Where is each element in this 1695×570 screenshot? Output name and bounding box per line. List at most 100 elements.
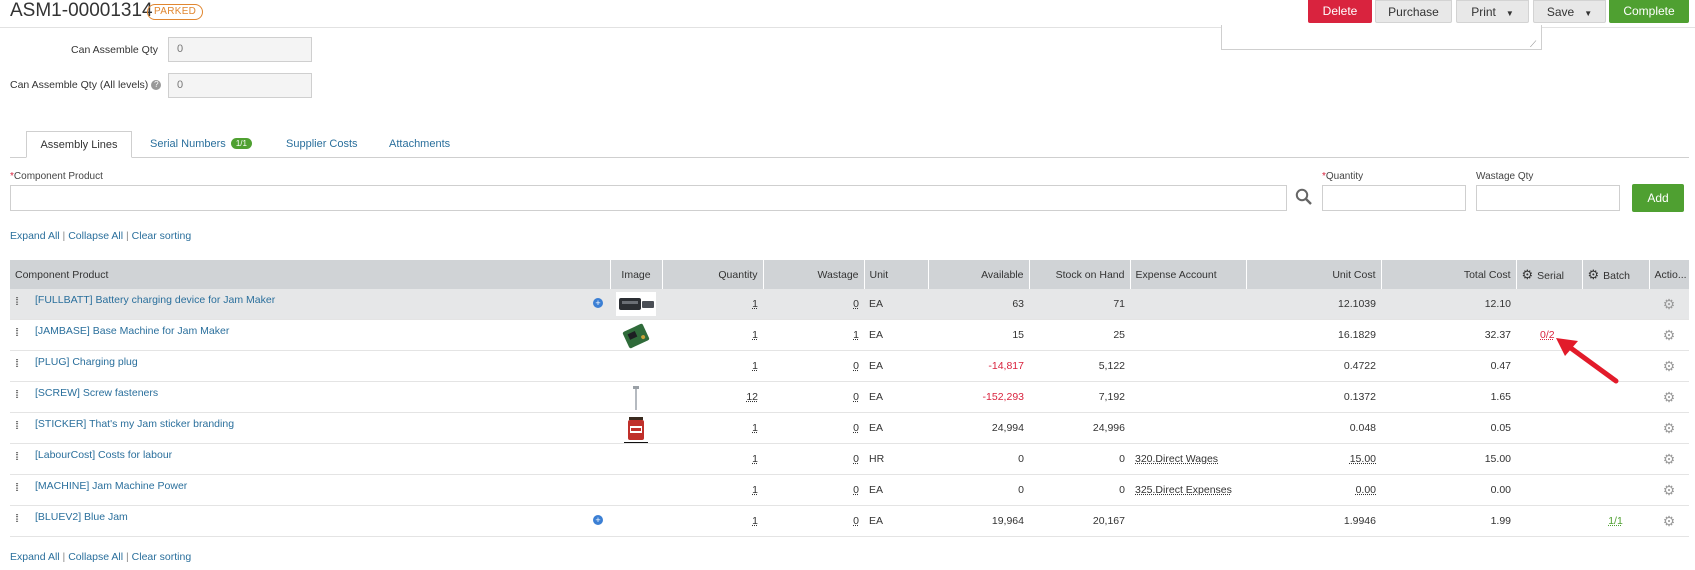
quantity-value[interactable]: 1	[752, 360, 758, 372]
print-button[interactable]: Print ▼	[1456, 0, 1529, 23]
quantity-input[interactable]	[1322, 185, 1466, 211]
clear-sorting-link[interactable]: Clear sorting	[132, 551, 192, 563]
product-link[interactable]: [FULLBATT] Battery charging device for J…	[35, 294, 275, 306]
cell-wastage[interactable]: 0	[763, 443, 864, 475]
cell-quantity[interactable]: 1	[662, 505, 763, 537]
gear-icon[interactable]: ⚙	[1663, 358, 1676, 374]
wastage-value[interactable]: 0	[853, 515, 859, 527]
product-link[interactable]: [MACHINE] Jam Machine Power	[35, 480, 187, 492]
clear-sorting-link[interactable]: Clear sorting	[132, 230, 192, 242]
product-thumbnail-base[interactable]	[616, 323, 656, 349]
quantity-value[interactable]: 1	[752, 484, 758, 496]
gear-icon[interactable]: ⚙	[1663, 451, 1676, 467]
col-actions[interactable]: Actio...	[1649, 260, 1690, 289]
cell-quantity[interactable]: 12	[662, 381, 763, 413]
col-serial[interactable]: ⚙ Serial	[1516, 260, 1583, 289]
table-row[interactable]: ⁞⁞ [MACHINE] Jam Machine Power 1 0 EA 0 0…	[10, 474, 1689, 506]
collapse-all-link[interactable]: Collapse All	[68, 230, 123, 242]
save-button[interactable]: Save ▼	[1533, 0, 1606, 23]
gear-icon[interactable]: ⚙	[1663, 513, 1676, 529]
resize-handle-icon[interactable]: ⟋	[1530, 40, 1538, 49]
gear-icon[interactable]: ⚙	[1663, 420, 1676, 436]
table-row[interactable]: ⁞⁞ [SCREW] Screw fasteners 12 0 EA -152,2…	[10, 381, 1689, 413]
wastage-value[interactable]: 0	[853, 360, 859, 372]
gear-icon[interactable]: ⚙	[1663, 482, 1676, 498]
drag-handle-icon[interactable]: ⁞⁞	[15, 327, 35, 339]
tab-assembly-lines[interactable]: Assembly Lines	[26, 131, 132, 158]
drag-handle-icon[interactable]: ⁞⁞	[15, 482, 35, 494]
drag-handle-icon[interactable]: ⁞⁞	[15, 358, 35, 370]
tab-serial-numbers[interactable]: Serial Numbers 1/1	[150, 131, 252, 157]
expense-value[interactable]: 320.Direct Wages	[1135, 453, 1218, 465]
plus-circle-icon[interactable]: +	[593, 515, 603, 525]
batch-value[interactable]: 1/1	[1608, 515, 1623, 527]
tab-supplier-costs[interactable]: Supplier Costs	[286, 131, 358, 157]
unit-cost-value[interactable]: 0.00	[1356, 484, 1376, 496]
collapse-all-link[interactable]: Collapse All	[68, 551, 123, 563]
cell-wastage[interactable]: 1	[763, 319, 864, 351]
delete-button[interactable]: Delete	[1308, 0, 1372, 23]
quantity-value[interactable]: 1	[752, 422, 758, 434]
notes-textarea[interactable]	[1221, 25, 1542, 50]
cell-quantity[interactable]: 1	[662, 289, 763, 320]
drag-handle-icon[interactable]: ⁞⁞	[15, 513, 35, 525]
wastage-value[interactable]: 1	[853, 329, 859, 341]
wastage-qty-input[interactable]	[1476, 185, 1620, 211]
quantity-value[interactable]: 1	[752, 453, 758, 465]
complete-button[interactable]: Complete	[1609, 0, 1689, 23]
product-link[interactable]: [STICKER] That's my Jam sticker branding	[35, 418, 234, 430]
table-row[interactable]: ⁞⁞ [PLUG] Charging plug 1 0 EA -14,817 5,…	[10, 350, 1689, 382]
search-icon[interactable]	[1295, 188, 1315, 208]
product-thumbnail-screw[interactable]	[616, 385, 656, 411]
cell-wastage[interactable]: 0	[763, 474, 864, 506]
wastage-value[interactable]: 0	[853, 484, 859, 496]
quantity-value[interactable]: 1	[752, 329, 758, 341]
cell-quantity[interactable]: 1	[662, 474, 763, 506]
product-thumbnail-battery[interactable]	[616, 292, 656, 316]
cell-quantity[interactable]: 1	[662, 350, 763, 382]
drag-handle-icon[interactable]: ⁞⁞	[15, 296, 35, 308]
cell-wastage[interactable]: 0	[763, 412, 864, 444]
wastage-value[interactable]: 0	[853, 453, 859, 465]
product-link[interactable]: [JAMBASE] Base Machine for Jam Maker	[35, 325, 229, 337]
tab-attachments[interactable]: Attachments	[389, 131, 450, 157]
wastage-value[interactable]: 0	[853, 391, 859, 403]
gear-icon[interactable]: ⚙	[1663, 296, 1676, 312]
gear-icon[interactable]: ⚙	[1663, 327, 1676, 343]
wastage-value[interactable]: 0	[853, 422, 859, 434]
col-quantity[interactable]: Quantity	[662, 260, 764, 289]
col-component-product[interactable]: Component Product	[10, 260, 611, 289]
add-button[interactable]: Add	[1632, 184, 1684, 212]
gear-icon[interactable]: ⚙	[1663, 389, 1676, 405]
component-product-input[interactable]	[10, 185, 1287, 211]
product-link[interactable]: [PLUG] Charging plug	[35, 356, 138, 368]
cell-wastage[interactable]: 0	[763, 381, 864, 413]
col-unit[interactable]: Unit	[864, 260, 929, 289]
expand-all-link[interactable]: Expand All	[10, 551, 60, 563]
cell-quantity[interactable]: 1	[662, 319, 763, 351]
col-batch[interactable]: ⚙ Batch	[1582, 260, 1650, 289]
table-row[interactable]: ⁞⁞ [STICKER] That's my Jam sticker brandi…	[10, 412, 1689, 444]
col-unit-cost[interactable]: Unit Cost	[1246, 260, 1382, 289]
product-link[interactable]: [SCREW] Screw fasteners	[35, 387, 158, 399]
unit-cost-value[interactable]: 15.00	[1350, 453, 1376, 465]
table-row[interactable]: ⁞⁞ [LabourCost] Costs for labour 1 0 HR 0…	[10, 443, 1689, 475]
plus-circle-icon[interactable]: +	[593, 298, 603, 308]
drag-handle-icon[interactable]: ⁞⁞	[15, 451, 35, 463]
quantity-value[interactable]: 1	[752, 515, 758, 527]
col-wastage[interactable]: Wastage	[763, 260, 865, 289]
gear-icon[interactable]: ⚙	[1588, 267, 1600, 282]
quantity-value[interactable]: 1	[752, 298, 758, 310]
col-stock-on-hand[interactable]: Stock on Hand	[1029, 260, 1131, 289]
product-link[interactable]: [LabourCost] Costs for labour	[35, 449, 172, 461]
table-row[interactable]: ⁞⁞ [JAMBASE] Base Machine for Jam Maker 1…	[10, 319, 1689, 351]
product-thumbnail-sticker[interactable]	[616, 416, 656, 443]
drag-handle-icon[interactable]: ⁞⁞	[15, 389, 35, 401]
cell-wastage[interactable]: 0	[763, 505, 864, 537]
question-icon[interactable]: ?	[151, 80, 162, 90]
wastage-value[interactable]: 0	[853, 298, 859, 310]
drag-handle-icon[interactable]: ⁞⁞	[15, 420, 35, 432]
purchase-button[interactable]: Purchase	[1375, 0, 1452, 23]
expand-all-link[interactable]: Expand All	[10, 230, 60, 242]
product-link[interactable]: [BLUEV2] Blue Jam	[35, 511, 128, 523]
